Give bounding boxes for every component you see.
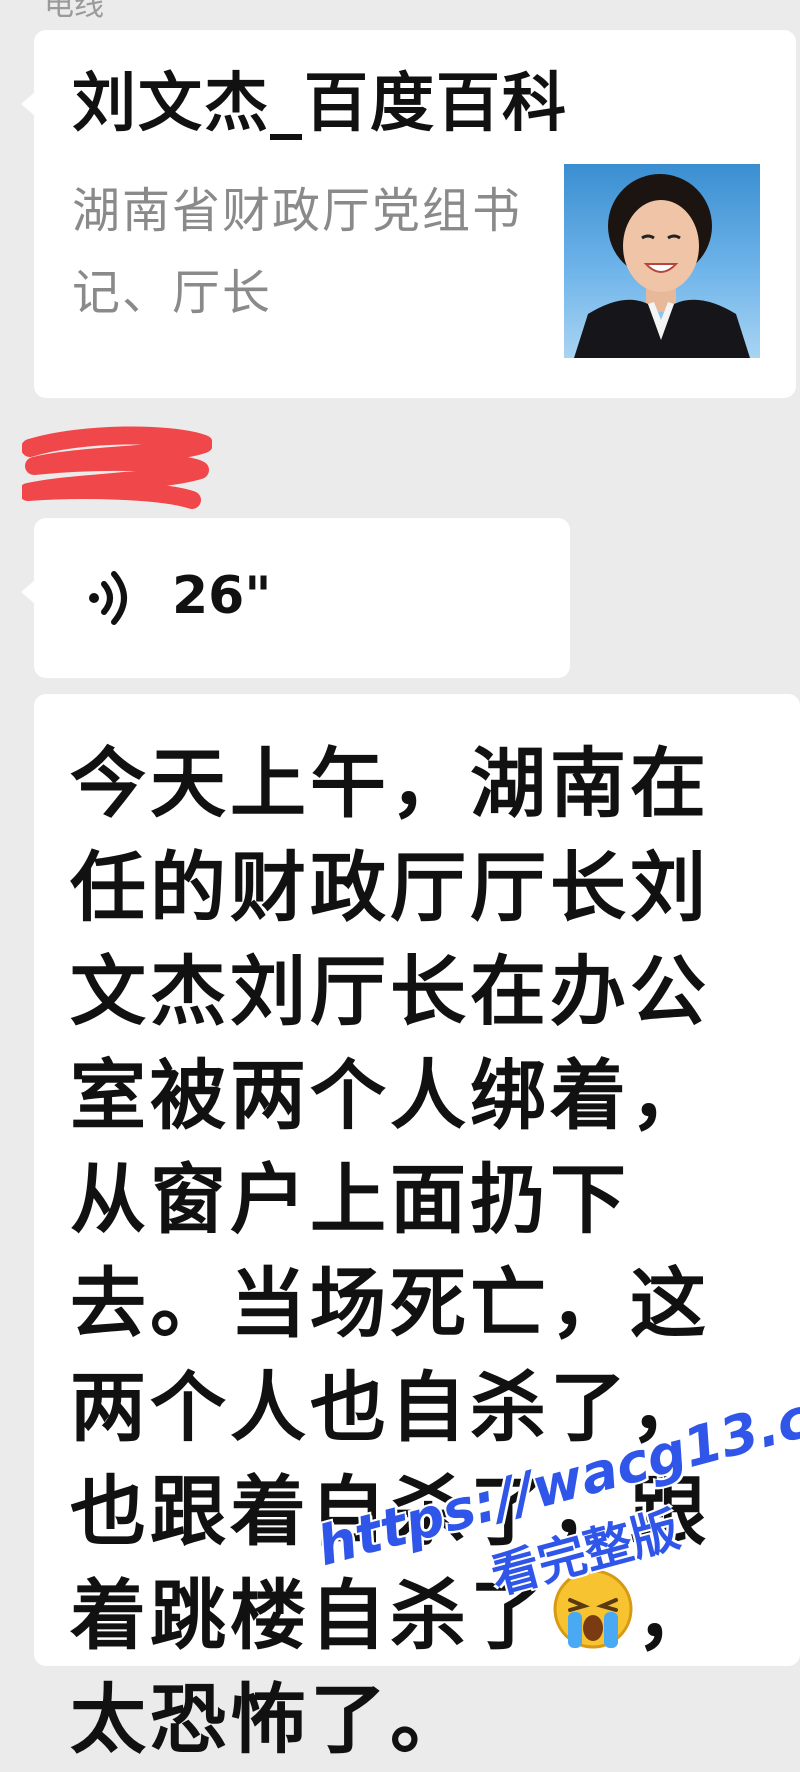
voice-duration: 26" bbox=[172, 566, 272, 626]
redacted-name-scribble bbox=[19, 426, 213, 512]
portrait-image bbox=[574, 174, 750, 358]
voice-wave-icon bbox=[89, 571, 127, 625]
previous-message-cut-text: 电线 bbox=[44, 0, 104, 23]
voice-message-bubble[interactable]: 26" bbox=[21, 518, 570, 678]
link-card-title: 刘文杰_百度百科 bbox=[72, 67, 568, 141]
link-card-description: 湖南省财政厅党组书记、厅长 bbox=[72, 183, 523, 321]
link-card-thumbnail-image bbox=[564, 164, 760, 358]
link-card-bubble[interactable]: 刘文杰_百度百科 湖南省财政厅党组书记、厅长 bbox=[21, 30, 796, 398]
